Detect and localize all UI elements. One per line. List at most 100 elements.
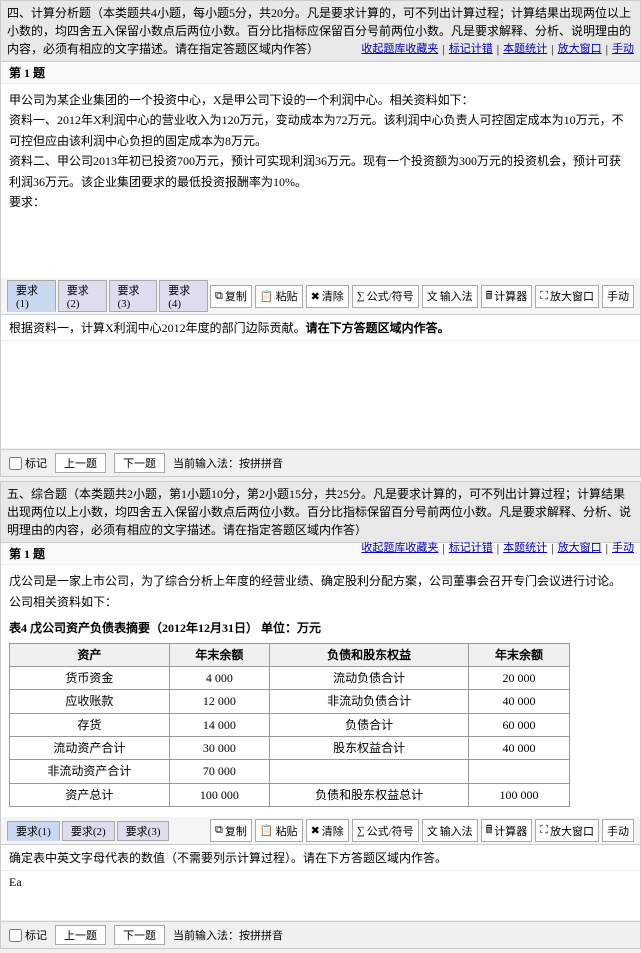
mark-checkbox-b[interactable] (9, 929, 22, 942)
answer-text-b: Ea (9, 875, 22, 889)
mark-link-b[interactable]: 标记计错 (449, 540, 493, 557)
table-cell: 4 000 (169, 666, 269, 689)
mark-label-a: 标记 (25, 455, 47, 471)
copy-icon-b: ⧉ (215, 824, 223, 837)
table-cell: 负债合计 (270, 713, 469, 736)
table-cell: 负债和股东权益总计 (270, 783, 469, 806)
section-a-header: 四、计算分析题（本类题共4小题，每小题5分，共20分。凡是要求计算的，可不列出计… (1, 1, 640, 62)
table-cell: 40 000 (469, 737, 569, 760)
sep2-b: | (497, 539, 499, 557)
q1-line3-a: 资料二、甲公司2013年初已投资700万元，预计可实现利润36万元。现有一个投资… (9, 151, 632, 192)
req-instruction-text-a: 根据资料一，计算X利润中心2012年度的部门边际贡献。 (9, 321, 306, 335)
q1-line1-b: 戊公司是一家上市公司，为了综合分析上年度的经营业绩、确定股利分配方案，公司董事会… (9, 571, 632, 612)
th-liability-val: 年末余额 (469, 643, 569, 666)
paste-btn-b[interactable]: 📋 粘贴 (255, 819, 303, 842)
table-title-b: 表4 戊公司资产负债表摘要（2012年12月31日） 单位：万元 (9, 618, 632, 638)
input-method-a: 当前输入法：按拼拼音 (173, 455, 283, 471)
manual-btn-b[interactable]: 手动 (602, 819, 634, 842)
q1-line1-a: 甲公司为某企业集团的一个投资中心，X是甲公司下设的一个利润中心。相关资料如下： (9, 90, 632, 110)
req-bold-a: 请在下方答题区域内作答。 (306, 321, 450, 335)
table-cell: 流动负债合计 (270, 666, 469, 689)
formula-icon-b: ∑ (357, 825, 365, 837)
calc-icon-b: 🖩 (486, 821, 493, 840)
stats-link-a[interactable]: 本题统计 (503, 41, 547, 58)
answer-textarea-a[interactable] (9, 345, 632, 440)
prev-btn-a[interactable]: 上一题 (55, 453, 106, 473)
section-b-header: 五、综合题（本类题共2小题，第1小题10分，第2小题15分，共25分。凡是要求计… (1, 482, 640, 543)
mark-label-b: 标记 (25, 927, 47, 943)
q1-label-a: 第 1 题 (9, 66, 45, 80)
stats-link-b[interactable]: 本题统计 (503, 540, 547, 557)
manual-link-b[interactable]: 手动 (612, 540, 634, 557)
calc-btn-a[interactable]: 🖩 计算器 (481, 285, 533, 308)
table-cell: 100 000 (169, 783, 269, 806)
sep4-b: | (606, 539, 608, 557)
answer-area-a[interactable] (1, 341, 640, 449)
zoom-link-a[interactable]: 放大窗口 (558, 41, 602, 58)
paste-btn-a[interactable]: 📋 粘贴 (255, 285, 303, 308)
input-icon-a: 文 (427, 288, 438, 304)
zoom-link-b[interactable]: 放大窗口 (558, 540, 602, 557)
table-cell (469, 760, 569, 783)
req-tab-a-2[interactable]: 要求(2) (58, 280, 107, 312)
fav-link-b[interactable]: 收起题库收藏夹 (361, 540, 438, 557)
req-instruction-a: 根据资料一，计算X利润中心2012年度的部门边际贡献。请在下方答题区域内作答。 (1, 315, 640, 341)
req-instruction-text-b: 确定表中英文字母代表的数值（不需要列示计算过程）。请在下方答题区域内作答。 (9, 851, 447, 865)
zoom-btn-b[interactable]: ⛶ 放大窗口 (535, 819, 599, 842)
mark-checkbox-area-b: 标记 (9, 927, 47, 943)
sep4-a: | (606, 40, 608, 58)
req-tab-b-2[interactable]: 要求(2) (62, 821, 115, 841)
answer-area-b[interactable]: Ea (1, 871, 640, 921)
table-cell (270, 760, 469, 783)
q1-label-b: 第 1 题 (9, 547, 45, 561)
zoom-btn-a[interactable]: ⛶ 放大窗口 (535, 285, 599, 308)
req-tab-a-4[interactable]: 要求(4) (159, 280, 208, 312)
q1-line4-a: 要求： (9, 192, 632, 212)
table-cell: 14 000 (169, 713, 269, 736)
paste-icon-a: 📋 (260, 290, 274, 303)
req-tab-a-3[interactable]: 要求(3) (109, 280, 158, 312)
paste-icon-b: 📋 (260, 824, 274, 837)
bottom-bar-b: 标记 上一题 下一题 当前输入法：按拼拼音 (1, 921, 640, 948)
calc-btn-b[interactable]: 🖩 计算器 (481, 819, 533, 842)
req-tabs-b: 要求(1) 要求(2) 要求(3) ⧉ 复制 📋 粘贴 ✖ 清除 ∑ 公式/符号… (1, 817, 640, 845)
mark-link-a[interactable]: 标记计错 (449, 41, 493, 58)
req-tab-b-1[interactable]: 要求(1) (7, 821, 60, 841)
input-btn-a[interactable]: 文 输入法 (422, 285, 478, 308)
sep1-a: | (442, 40, 444, 58)
zoom-icon-a: ⛶ (540, 290, 548, 303)
sep3-a: | (551, 40, 553, 58)
formula-btn-a[interactable]: ∑ 公式/符号 (352, 285, 419, 308)
section-a: 四、计算分析题（本类题共4小题，每小题5分，共20分。凡是要求计算的，可不列出计… (0, 0, 641, 477)
next-btn-b[interactable]: 下一题 (114, 925, 165, 945)
copy-btn-b[interactable]: ⧉ 复制 (210, 819, 252, 842)
table-cell: 60 000 (469, 713, 569, 736)
input-btn-b[interactable]: 文 输入法 (422, 819, 478, 842)
fav-link-a[interactable]: 收起题库收藏夹 (361, 41, 438, 58)
formula-btn-b[interactable]: ∑ 公式/符号 (352, 819, 419, 842)
input-method-b: 当前输入法：按拼拼音 (173, 927, 283, 943)
table-cell: 非流动负债合计 (270, 690, 469, 713)
q1-body-a: 甲公司为某企业集团的一个投资中心，X是甲公司下设的一个利润中心。相关资料如下： … (1, 84, 640, 278)
copy-btn-a[interactable]: ⧉ 复制 (210, 285, 252, 308)
mark-checkbox-a[interactable] (9, 457, 22, 470)
manual-btn-a[interactable]: 手动 (602, 285, 634, 308)
table-cell: 40 000 (469, 690, 569, 713)
req-tab-a-1[interactable]: 要求(1) (7, 280, 56, 312)
table-cell: 非流动资产合计 (10, 760, 170, 783)
table-cell: 股东权益合计 (270, 737, 469, 760)
copy-icon-a: ⧉ (215, 290, 223, 303)
clear-btn-b[interactable]: ✖ 清除 (306, 819, 349, 842)
th-asset-val: 年末余额 (169, 643, 269, 666)
prev-btn-b[interactable]: 上一题 (55, 925, 106, 945)
clear-btn-a[interactable]: ✖ 清除 (306, 285, 349, 308)
sep2-a: | (497, 40, 499, 58)
calc-icon-a: 🖩 (486, 287, 493, 306)
next-btn-a[interactable]: 下一题 (114, 453, 165, 473)
table-cell: 资产总计 (10, 783, 170, 806)
req-tab-b-3[interactable]: 要求(3) (117, 821, 170, 841)
sep1-b: | (442, 539, 444, 557)
table-cell: 100 000 (469, 783, 569, 806)
th-liability: 负债和股东权益 (270, 643, 469, 666)
manual-link-a[interactable]: 手动 (612, 41, 634, 58)
